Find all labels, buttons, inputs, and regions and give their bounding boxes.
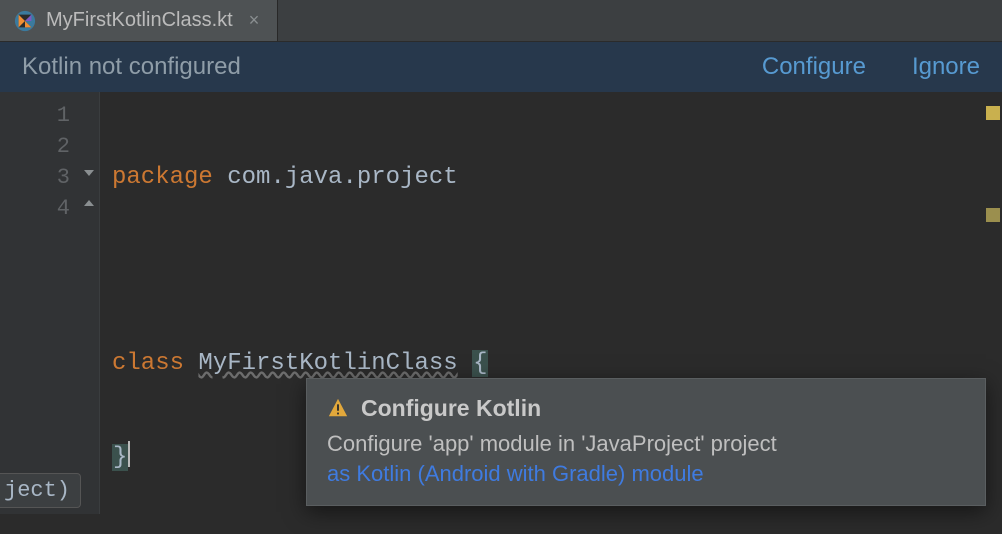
notification-bar: Kotlin not configured Configure Ignore (0, 42, 1002, 92)
tab-filename: MyFirstKotlinClass.kt (46, 9, 233, 32)
warning-marker[interactable] (986, 106, 1000, 120)
configure-link[interactable]: Configure (762, 53, 866, 81)
line-number: 4 (0, 193, 70, 224)
ignore-link[interactable]: Ignore (912, 53, 980, 81)
file-tab[interactable]: MyFirstKotlinClass.kt × (0, 0, 278, 41)
fold-start-icon[interactable] (82, 162, 96, 176)
brace-close: } (112, 444, 128, 471)
keyword-package: package (112, 164, 213, 191)
class-name: MyFirstKotlinClass (198, 350, 457, 377)
keyword-class: class (112, 350, 184, 377)
line-number: 3 (0, 162, 70, 193)
line-number: 1 (0, 100, 70, 131)
fold-column (80, 92, 100, 514)
warning-icon (327, 397, 349, 419)
text-caret (128, 441, 130, 467)
warning-marker[interactable] (986, 208, 1000, 222)
notification-message: Kotlin not configured (22, 53, 716, 81)
popup-action-link[interactable]: as Kotlin (Android with Gradle) module (327, 459, 965, 489)
code-line: package com.java.project (112, 162, 1002, 193)
breadcrumb-fragment[interactable]: ject) (0, 473, 81, 508)
package-name: com.java.project (227, 164, 457, 191)
intention-popup: Configure Kotlin Configure 'app' module … (306, 378, 986, 506)
line-number: 2 (0, 131, 70, 162)
popup-body: Configure 'app' module in 'JavaProject' … (327, 429, 965, 459)
popup-title: Configure Kotlin (361, 393, 541, 423)
brace-open: { (472, 350, 488, 377)
code-line (112, 255, 1002, 286)
kotlin-file-icon (14, 10, 36, 32)
code-line: class MyFirstKotlinClass { (112, 348, 1002, 379)
line-gutter: 1 2 3 4 (0, 92, 80, 514)
error-stripe (984, 92, 1002, 514)
tab-bar: MyFirstKotlinClass.kt × (0, 0, 1002, 42)
fold-end-icon[interactable] (82, 192, 96, 206)
close-icon[interactable]: × (249, 10, 260, 31)
